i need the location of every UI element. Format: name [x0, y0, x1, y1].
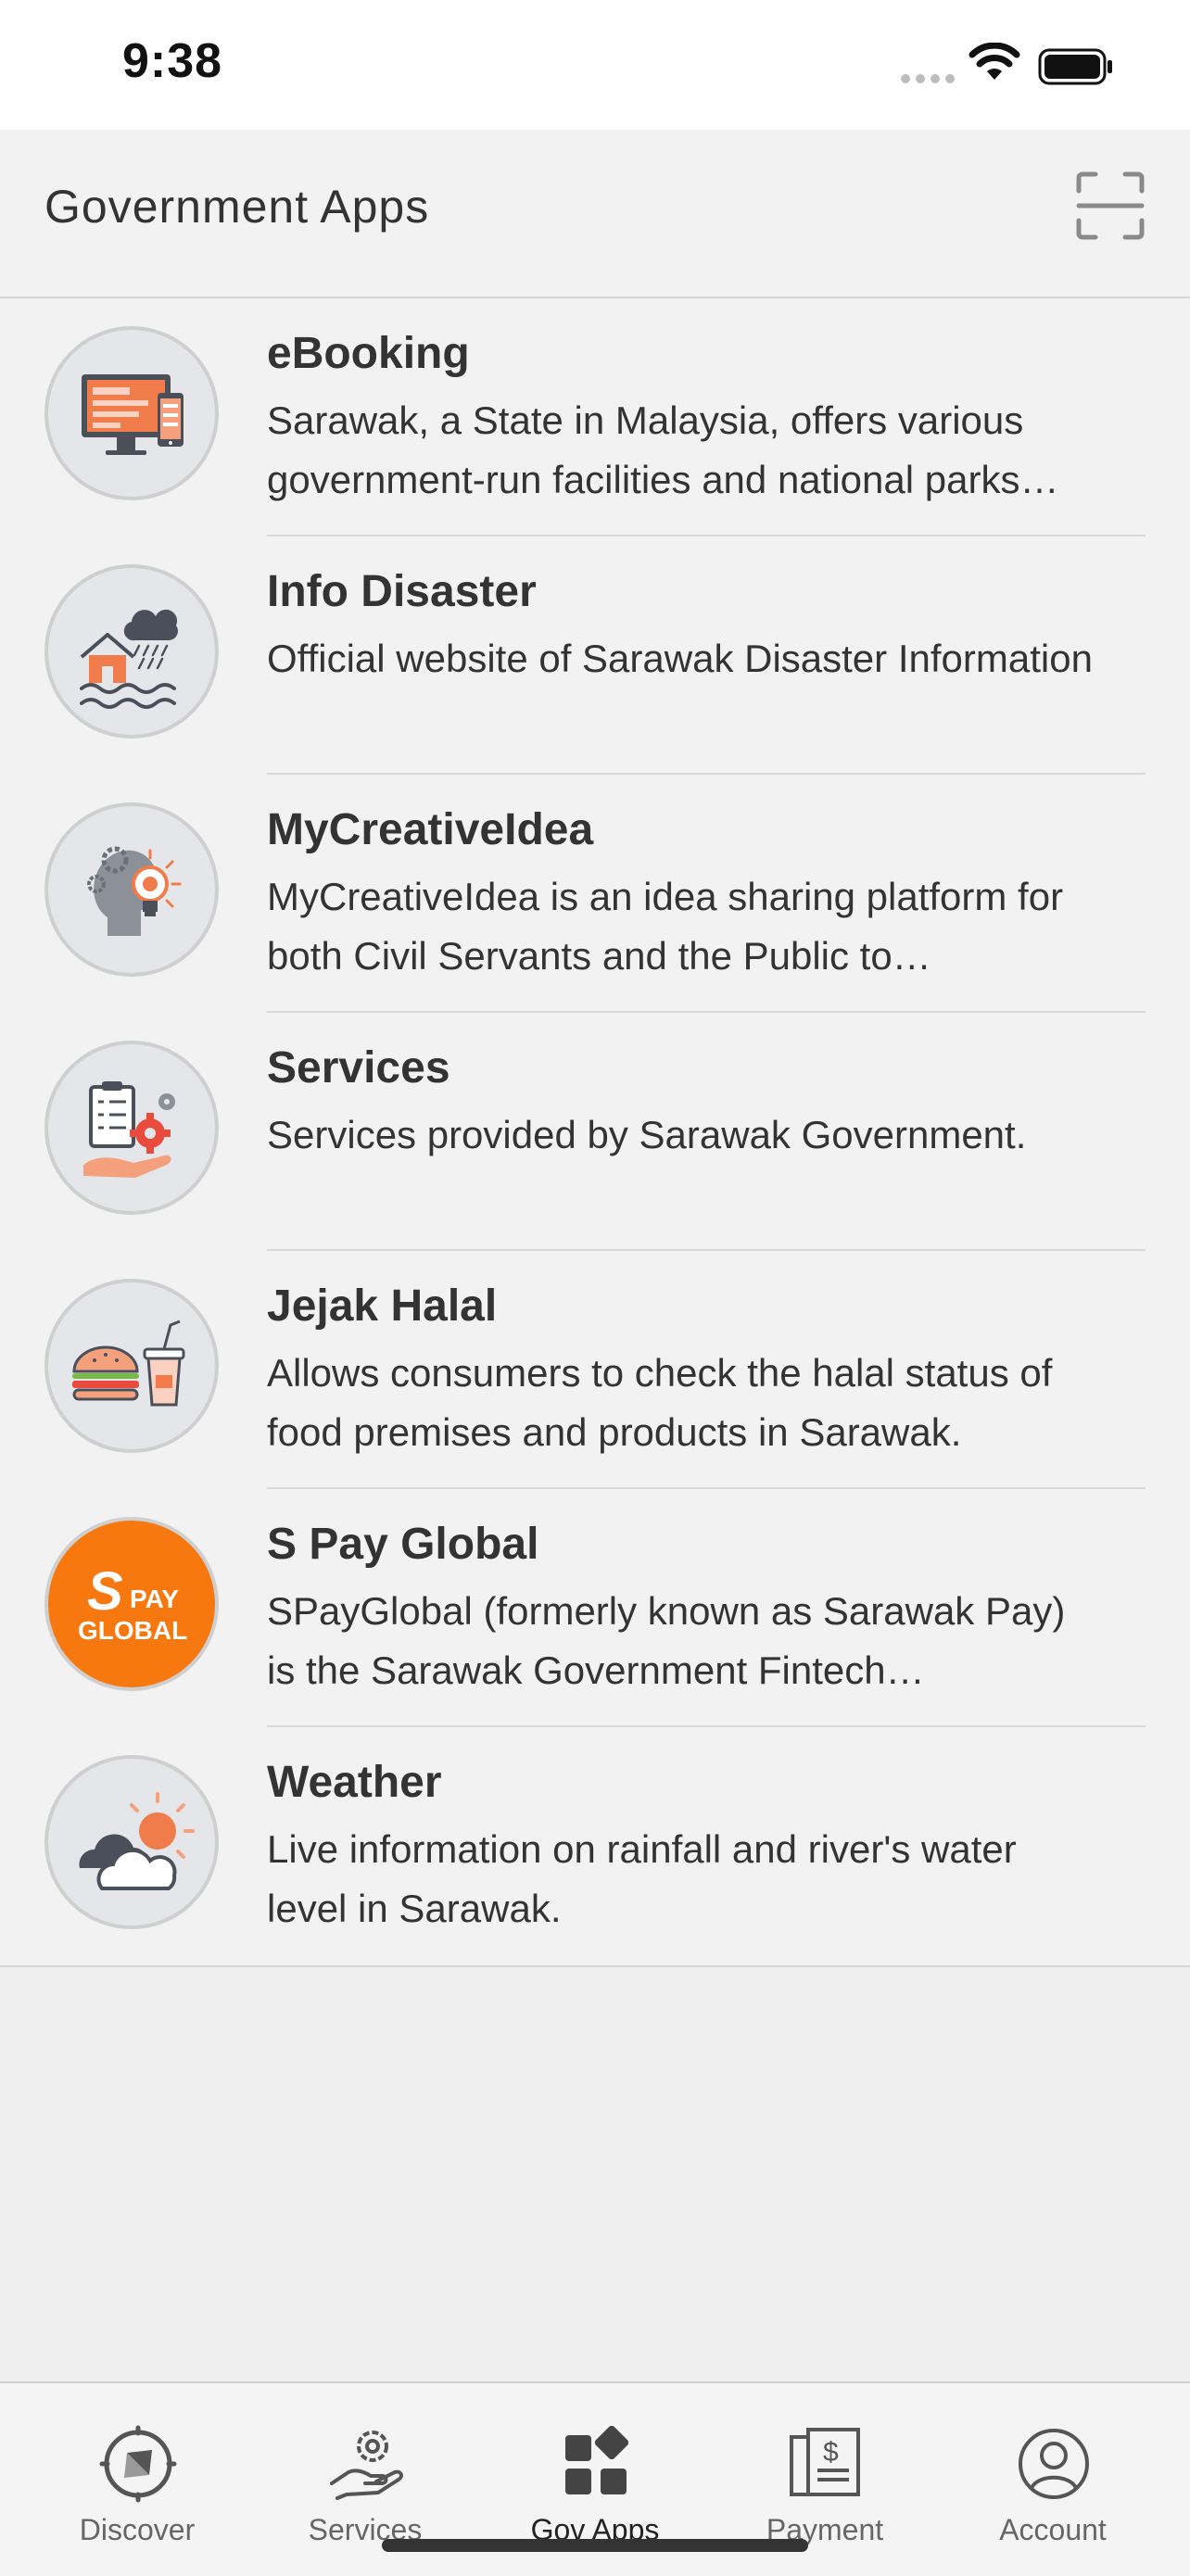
tab-gov-apps[interactable]: Gov Apps: [480, 2383, 710, 2550]
app-name: eBooking: [267, 329, 470, 378]
app-item-info-disaster[interactable]: Info Disaster Official website of Sarawa…: [0, 537, 1190, 775]
user-circle-icon: [1019, 2429, 1089, 2499]
tab-payment[interactable]: $ Payment: [710, 2383, 940, 2550]
grid-apps-icon: [565, 2425, 629, 2494]
app-description: Sarawak, a State in Malaysia, offers var…: [267, 398, 1059, 501]
burger-drink-icon: [44, 1279, 219, 1453]
hand-gear-icon: [330, 2431, 403, 2500]
app-description: Allows consumers to check the halal stat…: [267, 1351, 1053, 1454]
tab-discover[interactable]: Discover: [22, 2383, 252, 2550]
app-name: Info Disaster: [267, 567, 537, 616]
svg-text:PAY: PAY: [130, 1585, 179, 1613]
app-item-s-pay-global[interactable]: S PAY GLOBAL S Pay Global SPayGlobal (fo…: [0, 1489, 1190, 1727]
tab-services[interactable]: Services: [250, 2383, 480, 2550]
app-item-ebooking[interactable]: eBooking Sarawak, a State in Malaysia, o…: [0, 298, 1190, 537]
page-title: Government Apps: [44, 181, 430, 233]
app-name: Services: [267, 1043, 450, 1092]
app-name: Jejak Halal: [267, 1282, 498, 1331]
clipboard-gear-icon: [44, 1041, 219, 1215]
monitor-phone-icon: [44, 326, 219, 500]
head-lightbulb-icon: [44, 802, 219, 977]
compass-icon: [99, 2425, 177, 2503]
app-name: S Pay Global: [267, 1520, 539, 1569]
spay-logo-icon: S PAY GLOBAL: [44, 1517, 219, 1691]
header: Government Apps: [0, 130, 1190, 298]
cellular-signal-icon: [901, 74, 956, 83]
battery-icon: [1038, 48, 1112, 85]
status-time: 9:38: [122, 34, 223, 88]
app-item-weather[interactable]: Weather Live information on rainfall and…: [0, 1727, 1190, 1965]
svg-text:$: $: [823, 2437, 839, 2468]
app-name: MyCreativeIdea: [267, 805, 594, 854]
app-item-services[interactable]: Services Services provided by Sarawak Go…: [0, 1013, 1190, 1251]
app-description: Live information on rainfall and river's…: [267, 1827, 1017, 1930]
svg-text:S: S: [87, 1561, 123, 1622]
app-item-jejak-halal[interactable]: Jejak Halal Allows consumers to check th…: [0, 1251, 1190, 1489]
cloud-sun-icon: [44, 1755, 219, 1929]
svg-text:GLOBAL: GLOBAL: [78, 1616, 187, 1645]
tab-label: Account: [999, 2513, 1107, 2546]
app-description: Official website of Sarawak Disaster Inf…: [267, 637, 1093, 680]
app-description: MyCreativeIdea is an idea sharing platfo…: [267, 875, 1064, 978]
status-bar: 9:38: [0, 0, 1190, 130]
app-name: Weather: [267, 1758, 442, 1807]
tab-label: Discover: [79, 2513, 196, 2546]
tab-account[interactable]: Account: [938, 2383, 1168, 2550]
bill-dollar-icon: $: [790, 2428, 860, 2496]
app-item-mycreativeidea[interactable]: MyCreativeIdea MyCreativeIdea is an idea…: [0, 775, 1190, 1013]
scan-frame-icon: [1076, 171, 1145, 240]
home-indicator: [382, 2539, 808, 2552]
app-description: SPayGlobal (formerly known as Sarawak Pa…: [267, 1589, 1066, 1692]
flood-house-icon: [44, 564, 219, 739]
app-description: Services provided by Sarawak Government.: [267, 1113, 1027, 1156]
app-list: eBooking Sarawak, a State in Malaysia, o…: [0, 298, 1190, 1967]
scan-button[interactable]: [1075, 170, 1146, 241]
wifi-icon: [968, 43, 1020, 80]
